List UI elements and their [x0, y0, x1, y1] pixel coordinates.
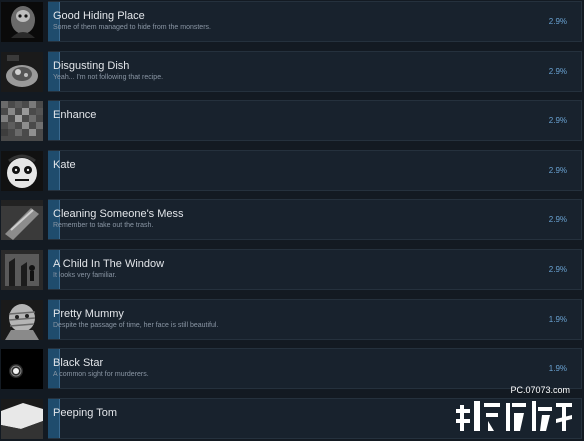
achievement-row-kate[interactable]: Kate 2.9%	[0, 149, 584, 193]
mummy-icon	[1, 300, 43, 340]
pixelated-image-icon	[1, 101, 43, 141]
achievement-title: Enhance	[53, 109, 96, 121]
achievement-percent: 1.9%	[549, 364, 567, 373]
achievement-title: Cleaning Someone's Mess	[53, 208, 184, 220]
achievement-row-a-child-in-the-window[interactable]: A Child In The Window It looks very fami…	[0, 248, 584, 292]
achievement-title: Good Hiding Place	[53, 10, 145, 22]
achievement-description: It looks very familiar.	[53, 272, 116, 279]
achievement-row-cleaning-someones-mess[interactable]: Cleaning Someone's Mess Remember to take…	[0, 198, 584, 242]
achievement-title: A Child In The Window	[53, 258, 164, 270]
achievement-title: Disgusting Dish	[53, 60, 129, 72]
black-star-icon	[1, 349, 43, 389]
dish-icon	[1, 52, 43, 92]
achievement-row-black-star[interactable]: Black Star A common sight for murderers.…	[0, 347, 584, 391]
achievement-panel: Peeping Tom	[48, 398, 582, 439]
achievement-row-disgusting-dish[interactable]: Disgusting Dish Yeah... I'm not followin…	[0, 50, 584, 94]
achievement-percent: 2.9%	[549, 17, 567, 26]
achievement-row-peeping-tom[interactable]: Peeping Tom	[0, 397, 584, 441]
achievement-percent: 2.9%	[549, 215, 567, 224]
achievement-panel: Pretty Mummy Despite the passage of time…	[48, 299, 582, 340]
peeping-eye-icon	[1, 399, 43, 439]
achievement-list: Good Hiding Place Some of them managed t…	[0, 0, 584, 439]
achievement-description: Despite the passage of time, her face is…	[53, 322, 218, 329]
achievement-percent: 2.9%	[549, 265, 567, 274]
achievement-title: Black Star	[53, 357, 103, 369]
achievement-description: Some of them managed to hide from the mo…	[53, 24, 211, 31]
doll-face-icon	[1, 151, 43, 191]
achievement-title: Kate	[53, 159, 76, 171]
achievement-panel: Disgusting Dish Yeah... I'm not followin…	[48, 51, 582, 92]
achievement-row-pretty-mummy[interactable]: Pretty Mummy Despite the passage of time…	[0, 298, 584, 342]
trash-bag-icon	[1, 200, 43, 240]
achievement-panel: Black Star A common sight for murderers.…	[48, 348, 582, 389]
achievement-panel: A Child In The Window It looks very fami…	[48, 249, 582, 290]
achievement-percent: 1.9%	[549, 315, 567, 324]
achievement-panel: Kate 2.9%	[48, 150, 582, 191]
achievement-description: Remember to take out the trash.	[53, 222, 153, 229]
achievement-description: Yeah... I'm not following that recipe.	[53, 74, 163, 81]
achievement-panel: Enhance 2.9%	[48, 100, 582, 141]
creature-icon	[1, 2, 43, 42]
achievement-title: Pretty Mummy	[53, 308, 124, 320]
achievement-row-enhance[interactable]: Enhance 2.9%	[0, 99, 584, 143]
achievement-percent: 2.9%	[549, 116, 567, 125]
achievement-percent: 2.9%	[549, 67, 567, 76]
window-child-icon	[1, 250, 43, 290]
achievement-row-good-hiding-place[interactable]: Good Hiding Place Some of them managed t…	[0, 0, 584, 44]
achievement-panel: Cleaning Someone's Mess Remember to take…	[48, 199, 582, 240]
achievement-panel: Good Hiding Place Some of them managed t…	[48, 1, 582, 42]
achievement-title: Peeping Tom	[53, 407, 117, 419]
achievement-percent: 2.9%	[549, 166, 567, 175]
achievement-description: A common sight for murderers.	[53, 371, 149, 378]
